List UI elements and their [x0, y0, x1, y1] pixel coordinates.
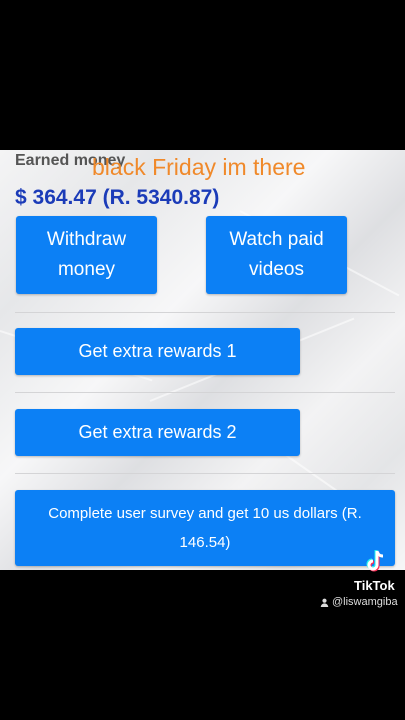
get-extra-rewards-1-button[interactable]: Get extra rewards 1 — [15, 328, 300, 375]
watch-button-label: videos — [249, 259, 304, 280]
divider — [15, 473, 395, 474]
complete-survey-button[interactable]: Complete user survey and get 10 us dolla… — [15, 490, 395, 566]
tiktok-username: @liswamgiba — [320, 596, 398, 608]
divider — [15, 392, 395, 393]
divider — [15, 312, 395, 313]
get-extra-rewards-2-button[interactable]: Get extra rewards 2 — [15, 409, 300, 456]
tiktok-wordmark: TikTok — [354, 578, 395, 593]
survey-button-label: 146.54) — [179, 534, 231, 551]
withdraw-money-button[interactable]: Withdraw money — [16, 216, 157, 294]
user-icon — [320, 598, 329, 607]
rewards-1-label: Get extra rewards 1 — [78, 341, 237, 361]
app-screen: Earned money black Friday im there $ 364… — [0, 150, 405, 570]
tiktok-logo-icon — [366, 550, 384, 572]
survey-button-label: Complete user survey and get 10 us dolla… — [48, 505, 362, 522]
username-label: @liswamgiba — [332, 596, 398, 608]
video-caption-overlay: black Friday im there — [92, 154, 306, 180]
withdraw-button-label: Withdraw — [46, 229, 127, 250]
watch-button-label: Watch paid — [229, 229, 324, 250]
watch-paid-videos-button[interactable]: Watch paid videos — [206, 216, 347, 294]
withdraw-button-label: money — [57, 259, 116, 280]
rewards-2-label: Get extra rewards 2 — [78, 422, 237, 442]
earned-amount: $ 364.47 (R. 5340.87) — [15, 186, 220, 209]
